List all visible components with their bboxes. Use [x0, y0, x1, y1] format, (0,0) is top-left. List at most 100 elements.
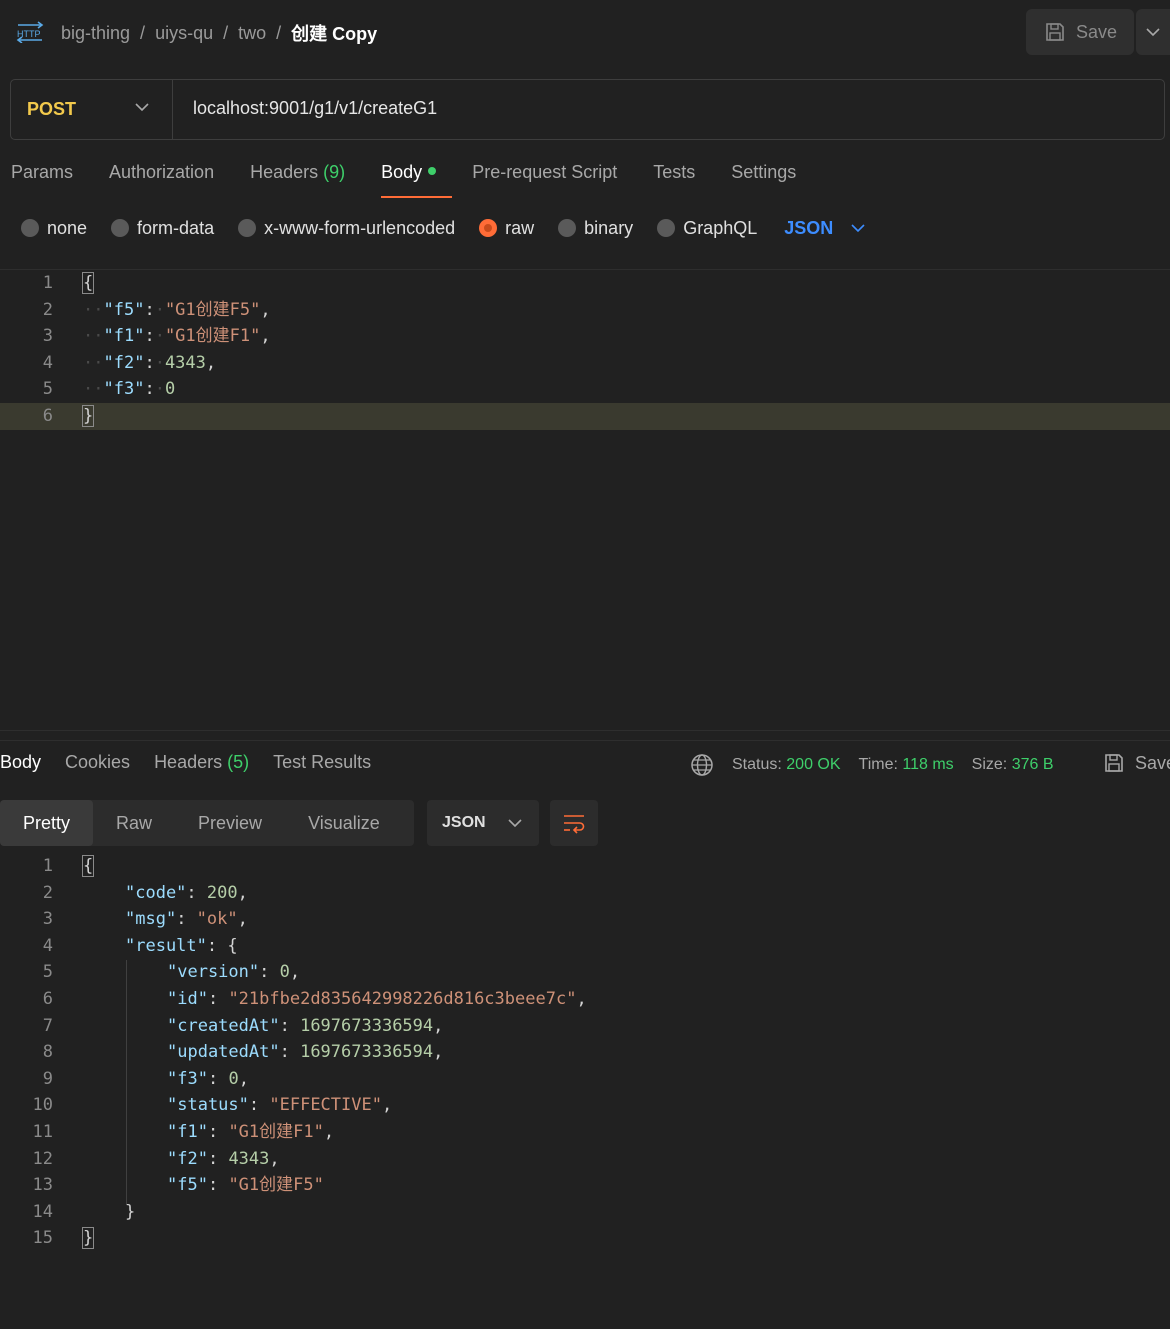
tab-body[interactable]: Body: [381, 162, 453, 198]
line-number: 10: [32, 1095, 53, 1116]
wrap-lines-icon: [564, 815, 585, 834]
radio-button[interactable]: [558, 219, 577, 237]
save-button[interactable]: Save: [1026, 9, 1134, 55]
code-line: 10 "status": "EFFECTIVE",: [0, 1092, 1170, 1119]
line-number: 2: [42, 299, 53, 320]
line-number: 12: [32, 1148, 53, 1169]
pane-divider[interactable]: [0, 730, 1170, 741]
tab-prerequest-script[interactable]: Pre-request Script: [472, 162, 617, 198]
save-options-button[interactable]: [1136, 9, 1170, 55]
code-line: 2 "code": 200,: [0, 880, 1170, 907]
radio-button[interactable]: [111, 219, 130, 237]
code-line: 8 "updatedAt": 1697673336594,: [0, 1039, 1170, 1066]
radio-graphql[interactable]: GraphQL: [657, 218, 757, 239]
view-tab-preview[interactable]: Preview: [175, 800, 285, 846]
code-line: 5 "version": 0,: [0, 959, 1170, 986]
line-number: 6: [42, 989, 53, 1009]
radio-button[interactable]: [657, 219, 676, 237]
body-language-select[interactable]: JSON: [784, 218, 865, 239]
radio-binary[interactable]: binary: [558, 218, 633, 239]
tab-settings[interactable]: Settings: [731, 162, 796, 198]
radio-raw[interactable]: raw: [479, 218, 534, 239]
globe-icon[interactable]: [690, 753, 714, 777]
line-number: 13: [32, 1175, 53, 1196]
response-size[interactable]: Size: 376 B: [972, 756, 1054, 774]
line-number: 2: [42, 882, 53, 903]
response-tabs: Body Cookies Headers (5) Test Results: [0, 752, 395, 780]
line-content: "f3": 0,: [167, 1068, 249, 1089]
response-body-viewer[interactable]: 1{2 "code": 200, 3 "msg": "ok", 4 "result": {…: [0, 853, 1170, 1273]
code-line: 11 "f1": "G1创建F1",: [0, 1119, 1170, 1146]
code-line: 15}: [0, 1225, 1170, 1252]
line-number: 11: [32, 1122, 53, 1142]
url-bar: POST localhost:9001/g1/v1/createG1: [10, 79, 1165, 140]
request-tabs: Params Authorization Headers (9) Body Pr…: [11, 162, 832, 198]
radio-urlencoded[interactable]: x-www-form-urlencoded: [238, 218, 455, 239]
tab-headers[interactable]: Headers (9): [250, 162, 345, 198]
response-tab-body[interactable]: Body: [0, 752, 41, 780]
line-number: 9: [42, 1068, 53, 1089]
tab-params[interactable]: Params: [11, 162, 73, 198]
method-value: POST: [27, 99, 77, 119]
save-icon: [1105, 754, 1123, 772]
line-content: ··"f1":·"G1创建F1",: [83, 326, 271, 347]
line-content: }: [81, 1227, 95, 1250]
code-line: 2 ··"f5":·"G1创建F5",: [0, 297, 1170, 324]
line-content: "f2": 4343,: [167, 1148, 280, 1169]
line-number: 1: [42, 856, 53, 876]
breadcrumb-item-subfolder[interactable]: two: [238, 23, 266, 44]
radio-button[interactable]: [238, 219, 257, 237]
line-content: }: [125, 1201, 136, 1222]
view-tab-pretty[interactable]: Pretty: [0, 800, 94, 846]
line-number: 7: [42, 1015, 53, 1036]
body-type-options: none form-data x-www-form-urlencoded raw…: [21, 216, 865, 240]
line-content: "createdAt": 1697673336594,: [167, 1015, 444, 1036]
response-tab-cookies[interactable]: Cookies: [65, 752, 130, 780]
radio-button-checked[interactable]: [479, 219, 498, 237]
tab-tests[interactable]: Tests: [653, 162, 695, 198]
code-line: 4 ··"f2":·4343,: [0, 350, 1170, 377]
breadcrumb-separator: /: [140, 22, 146, 43]
response-status[interactable]: Status: 200 OK: [732, 756, 841, 774]
code-line: 9 "f3": 0,: [0, 1066, 1170, 1093]
line-content: "f5": "G1创建F5": [167, 1175, 324, 1196]
breadcrumb-item-collection[interactable]: big-thing: [61, 23, 130, 44]
line-content: "version": 0,: [167, 962, 301, 983]
response-format-select[interactable]: JSON: [427, 800, 539, 846]
code-line: 6 "id": "21bfbe2d835642998226d816c3beee7c…: [0, 986, 1170, 1013]
code-line: 13 "f5": "G1创建F5": [0, 1172, 1170, 1199]
breadcrumb-separator: /: [276, 22, 282, 43]
breadcrumb-item-folder[interactable]: uiys-qu: [155, 23, 213, 44]
line-number: 14: [32, 1201, 53, 1222]
response-tab-headers[interactable]: Headers (5): [154, 752, 249, 780]
response-tab-test-results[interactable]: Test Results: [273, 752, 371, 780]
line-number: 15: [32, 1228, 53, 1249]
request-body-editor[interactable]: 1{2 ··"f5":·"G1创建F5", 3 ··"f1":·"G1创建F1", 4 ·…: [0, 269, 1170, 730]
line-number: 3: [42, 909, 53, 930]
line-number: 8: [42, 1042, 53, 1063]
line-content: "status": "EFFECTIVE",: [167, 1095, 393, 1116]
method-select[interactable]: POST: [11, 80, 173, 139]
save-response-button[interactable]: Save: [1103, 752, 1170, 774]
body-indicator-dot: [428, 167, 437, 175]
breadcrumb-separator: /: [223, 22, 229, 43]
request-title[interactable]: 创建 Copy: [291, 20, 377, 46]
view-tab-raw[interactable]: Raw: [93, 800, 175, 846]
wrap-lines-button[interactable]: [550, 800, 598, 846]
view-tab-visualize[interactable]: Visualize: [285, 800, 403, 846]
url-input[interactable]: localhost:9001/g1/v1/createG1: [193, 98, 437, 119]
response-time[interactable]: Time: 118 ms: [859, 756, 954, 774]
line-number: 4: [42, 935, 53, 956]
code-line: 5 ··"f3":·0: [0, 376, 1170, 403]
code-line: 12 "f2": 4343,: [0, 1146, 1170, 1173]
code-line: 3 "msg": "ok",: [0, 906, 1170, 933]
response-view-tabs: Pretty Raw Preview Visualize: [0, 800, 414, 846]
code-line: 14}: [0, 1199, 1170, 1226]
radio-none[interactable]: none: [21, 218, 87, 239]
tab-authorization[interactable]: Authorization: [109, 162, 214, 198]
radio-button[interactable]: [21, 219, 39, 237]
response-meta: Status: 200 OK Time: 118 ms Size: 376 B: [690, 752, 1072, 778]
radio-form-data[interactable]: form-data: [111, 218, 214, 239]
line-number: 4: [42, 352, 53, 373]
line-number: 1: [42, 273, 53, 293]
